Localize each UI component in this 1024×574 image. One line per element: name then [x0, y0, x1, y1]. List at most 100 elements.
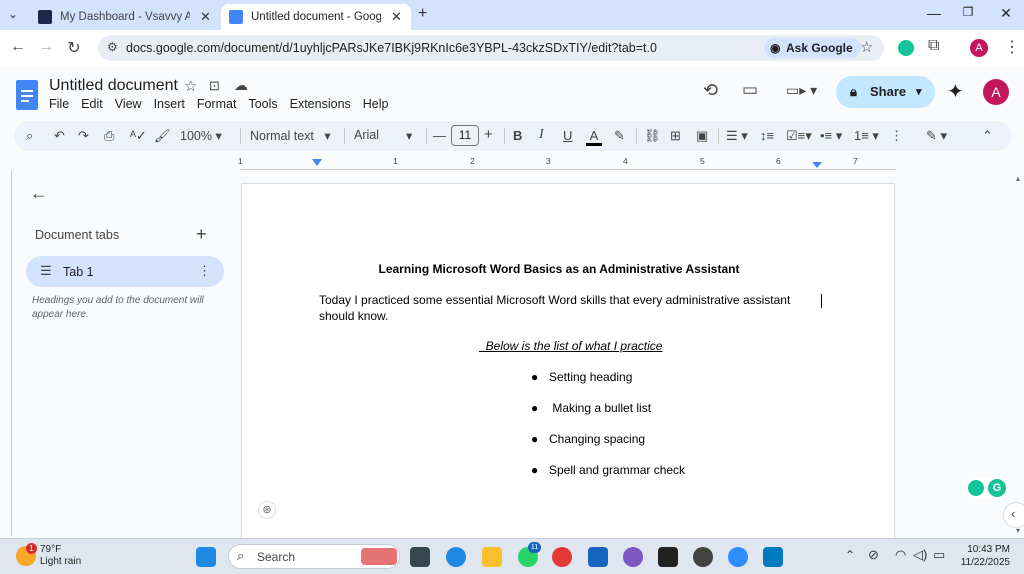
style-select[interactable]: Normal text ▾ — [250, 128, 331, 143]
minimize-window-icon[interactable]: — — [924, 5, 944, 21]
menu-edit[interactable]: Edit — [81, 97, 103, 111]
system-clock[interactable]: 10:43 PM 11/22/2025 — [960, 543, 1010, 569]
close-tab-icon[interactable]: ✕ — [200, 9, 211, 25]
move-folder-icon[interactable]: ⊡ — [209, 78, 220, 94]
line-spacing-icon[interactable]: ↕≡ — [760, 128, 774, 143]
browser-menu-icon[interactable]: ⋮ — [1004, 37, 1020, 57]
bookmark-star-icon[interactable]: ☆ — [860, 38, 873, 56]
taskbar-search-box[interactable]: ⌕ Search — [228, 544, 400, 569]
horizontal-ruler[interactable]: 1 1 2 3 4 5 6 7 — [238, 156, 896, 170]
menu-format[interactable]: Format — [197, 97, 237, 111]
search-menus-icon[interactable]: ⌕ — [26, 128, 33, 144]
left-indent-marker[interactable] — [312, 159, 322, 166]
close-window-icon[interactable]: ✕ — [996, 5, 1016, 22]
list-item[interactable]: ● Changing spacing — [531, 432, 645, 446]
task-view-icon[interactable] — [410, 547, 430, 567]
canva-icon[interactable] — [623, 547, 643, 567]
new-tab-plus-icon[interactable]: + — [418, 5, 427, 23]
document-page[interactable]: Learning Microsoft Word Basics as an Adm… — [241, 183, 895, 539]
document-heading[interactable]: Learning Microsoft Word Basics as an Adm… — [242, 262, 876, 276]
meet-camera-icon[interactable]: ▭▸ ▾ — [786, 82, 817, 99]
version-history-icon[interactable]: ⟲ — [703, 80, 718, 101]
store-icon[interactable] — [588, 547, 608, 567]
browser-tab-dashboard[interactable]: My Dashboard - Vsavvy Academ ✕ — [30, 4, 220, 30]
list-item[interactable]: ● Spell and grammar check — [531, 463, 685, 477]
collapse-toolbar-icon[interactable]: ⌃ — [982, 128, 993, 144]
menu-view[interactable]: View — [115, 97, 142, 111]
vertical-scrollbar[interactable]: ▴ ▾ — [1013, 170, 1024, 536]
list-item[interactable]: ● Making a bullet list — [531, 401, 651, 415]
browser-tab-document[interactable]: Untitled document - Google Do ✕ — [221, 4, 411, 30]
url-text[interactable]: docs.google.com/document/d/1uyhljcPARsJK… — [126, 41, 657, 55]
grammarly-widget[interactable]: G — [966, 478, 1008, 498]
close-tab-icon[interactable]: ✕ — [391, 9, 402, 25]
decrease-font-size-icon[interactable]: — — [433, 128, 446, 143]
document-paragraph[interactable]: Today I practiced some essential Microso… — [319, 292, 826, 324]
bulleted-list-icon[interactable]: •≡ ▾ — [820, 128, 842, 144]
trello-icon[interactable] — [763, 547, 783, 567]
checklist-icon[interactable]: ☑≡▾ — [786, 128, 812, 144]
italic-icon[interactable]: I — [539, 127, 544, 143]
side-panel-toggle-icon[interactable]: ‹ — [1003, 502, 1024, 528]
zoom-select[interactable]: 100% ▾ — [180, 128, 222, 143]
right-indent-marker[interactable] — [812, 162, 822, 168]
volume-icon[interactable]: ◁) — [913, 547, 927, 563]
reload-icon[interactable]: ↻ — [64, 38, 84, 58]
list-title[interactable]: Below is the list of what I practice — [479, 339, 663, 353]
sidebar-item-tab-1[interactable]: ☰ Tab 1 ⋮ — [26, 256, 224, 287]
print-icon[interactable]: ⎙ — [104, 128, 114, 144]
ask-google-button[interactable]: ◉ Ask Google — [764, 38, 861, 58]
underline-icon[interactable]: U — [563, 128, 572, 143]
spellcheck-icon[interactable]: ᴬ✓ — [130, 128, 147, 144]
paint-format-icon[interactable]: 🖌︎ — [154, 128, 171, 144]
file-explorer-icon[interactable] — [482, 547, 502, 567]
menu-tools[interactable]: Tools — [248, 97, 277, 111]
capcut-icon[interactable] — [658, 547, 678, 567]
share-dropdown-icon[interactable]: ▾ — [916, 76, 922, 108]
highlight-color-icon[interactable]: ✎ — [614, 128, 625, 144]
comments-icon[interactable]: ▭ — [742, 80, 758, 100]
insert-image-icon[interactable]: ▣ — [696, 128, 708, 144]
insert-link-icon[interactable]: ⛓︎ — [644, 128, 661, 144]
menu-insert[interactable]: Insert — [154, 97, 185, 111]
grammarly-logo-icon[interactable]: G — [988, 479, 1006, 497]
windows-start-icon[interactable] — [196, 547, 216, 567]
text-color-icon[interactable]: A — [586, 128, 602, 146]
undo-icon[interactable]: ↶ — [54, 128, 65, 144]
font-select[interactable]: Arial ▾ — [354, 128, 420, 143]
more-options-icon[interactable]: ⋮ — [890, 128, 903, 144]
star-icon[interactable]: ☆ — [184, 77, 197, 95]
numbered-list-icon[interactable]: 1≡ ▾ — [854, 128, 879, 144]
add-tab-icon[interactable]: + — [196, 224, 207, 245]
grammarly-add-icon[interactable] — [968, 480, 984, 496]
tab-options-icon[interactable]: ⋮ — [198, 263, 211, 279]
cloud-off-icon[interactable]: ⊘ — [868, 547, 879, 563]
redo-icon[interactable]: ↷ — [78, 128, 89, 144]
profile-avatar[interactable]: A — [970, 39, 988, 57]
gemini-spark-icon[interactable]: ✦ — [947, 79, 964, 104]
omnibox[interactable]: ⚙ docs.google.com/document/d/1uyhljcPARs… — [98, 35, 884, 61]
font-size-input[interactable]: 11 — [451, 125, 479, 146]
add-comment-icon[interactable]: ⊞ — [670, 128, 681, 144]
scroll-up-icon[interactable]: ▴ — [1016, 174, 1020, 183]
show-hidden-icons-icon[interactable]: ⌃ — [845, 548, 855, 562]
zoom-icon[interactable] — [728, 547, 748, 567]
edge-browser-icon[interactable] — [446, 547, 466, 567]
restore-window-icon[interactable]: ❐ — [958, 5, 978, 19]
site-info-icon[interactable]: ⚙ — [107, 40, 118, 54]
wifi-icon[interactable]: ◠ — [895, 547, 906, 563]
share-button[interactable]: 🔒︎ Share ▾ — [836, 76, 935, 108]
increase-font-size-icon[interactable]: + — [484, 126, 493, 143]
cloud-saved-icon[interactable]: ☁ — [234, 77, 248, 94]
battery-icon[interactable]: ▭ — [933, 547, 945, 563]
menu-help[interactable]: Help — [363, 97, 389, 111]
align-icon[interactable]: ☰ ▾ — [726, 128, 748, 144]
account-avatar[interactable]: A — [983, 79, 1009, 105]
weather-widget[interactable]: 79°F Light rain — [40, 544, 81, 568]
extensions-puzzle-icon[interactable]: ⧉ — [928, 37, 939, 55]
grammarly-extension-icon[interactable] — [898, 40, 914, 56]
menu-extensions[interactable]: Extensions — [290, 97, 351, 111]
document-title[interactable]: Untitled document — [49, 77, 178, 95]
back-arrow-icon[interactable]: ← — [8, 38, 28, 56]
menu-file[interactable]: File — [49, 97, 69, 111]
